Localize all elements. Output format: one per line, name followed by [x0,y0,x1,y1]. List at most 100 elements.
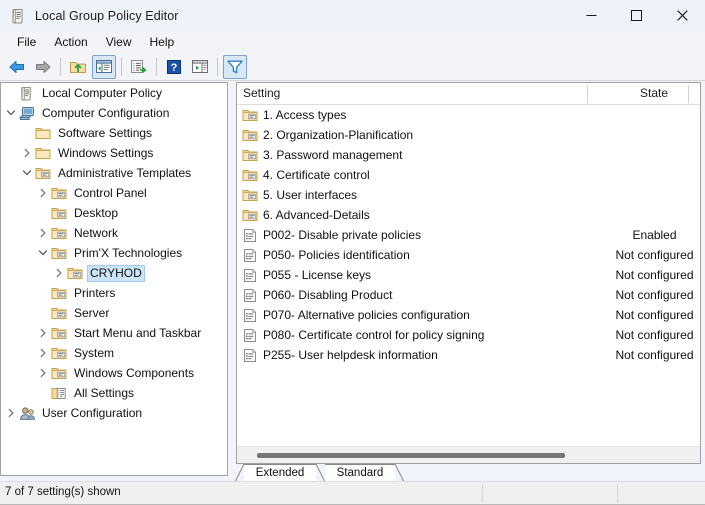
chevron-right-icon[interactable] [35,323,50,343]
up-folder-icon[interactable] [66,55,90,79]
tab-standard[interactable]: Standard [325,464,395,481]
tab-extended[interactable]: Extended [244,464,316,481]
tab-extended-label: Extended [256,467,305,479]
policy-setting-icon [241,347,258,364]
tree-item-windows-components[interactable]: Windows Components [1,363,227,383]
chevron-down-icon[interactable] [19,163,34,183]
tree-item-label: Printers [71,285,118,302]
setting-name: P002- Disable private policies [263,228,421,242]
setting-name: 6. Advanced-Details [263,208,370,222]
table-row[interactable]: 4. Certificate control [237,165,700,185]
tree-item-printers[interactable]: Printers [1,283,227,303]
console-tree-pane[interactable]: Local Computer Policy Computer Configurat… [0,82,228,476]
table-row[interactable]: P050- Policies identificationNot configu… [237,245,700,265]
list-column-headers: Setting State [237,83,700,105]
chevron-right-icon[interactable] [35,343,50,363]
tab-standard-label: Standard [337,467,384,479]
console-tree: Local Computer Policy Computer Configurat… [1,83,227,423]
tree-item-cryhod[interactable]: CRYHOD [1,263,227,283]
table-row[interactable]: P080- Certificate control for policy sig… [237,325,700,345]
chevron-right-icon[interactable] [35,363,50,383]
menu-view[interactable]: View [97,33,141,51]
column-header-state[interactable]: State [609,86,699,100]
table-row[interactable]: 3. Password management [237,145,700,165]
table-row[interactable]: 2. Organization-Planification [237,125,700,145]
chevron-right-icon[interactable] [51,263,66,283]
setting-name: P070- Alternative policies configuration [263,308,470,322]
setting-name: 4. Certificate control [263,168,370,182]
show-hide-tree-icon[interactable] [92,55,116,79]
tree-item-label: Local Computer Policy [39,85,165,102]
table-row[interactable]: P070- Alternative policies configuration… [237,305,700,325]
tree-item-user-configuration[interactable]: User Configuration [1,403,227,423]
help-question-icon[interactable]: ? [162,55,186,79]
setting-name: P080- Certificate control for policy sig… [263,328,484,342]
tree-item-all-settings[interactable]: All Settings [1,383,227,403]
table-row[interactable]: P002- Disable private policiesEnabled [237,225,700,245]
tree-item-label: User Configuration [39,405,145,422]
policy-folder-icon [241,147,258,164]
policy-folder-icon [241,127,258,144]
chevron-down-icon[interactable] [3,103,18,123]
policy-folder-icon [50,345,67,362]
tree-item-system[interactable]: System [1,343,227,363]
setting-name: P050- Policies identification [263,248,410,262]
policy-folder-icon [50,285,67,302]
table-row[interactable]: 1. Access types [237,105,700,125]
chevron-right-icon[interactable] [35,223,50,243]
policy-folder-icon [50,305,67,322]
policy-folder-icon [241,167,258,184]
tree-item-network[interactable]: Network [1,223,227,243]
setting-name: P255- User helpdesk information [263,348,438,362]
tree-item-control-panel[interactable]: Control Panel [1,183,227,203]
tree-item-local-computer-policy[interactable]: Local Computer Policy [1,83,227,103]
tree-item-start-menu-and-taskbar[interactable]: Start Menu and Taskbar [1,323,227,343]
tree-item-desktop[interactable]: Desktop [1,203,227,223]
setting-state: Not configured [592,328,701,342]
tree-item-prim-x-technologies[interactable]: Prim'X Technologies [1,243,227,263]
tree-item-software-settings[interactable]: Software Settings [1,123,227,143]
table-row[interactable]: 6. Advanced-Details [237,205,700,225]
policy-setting-icon [241,287,258,304]
menu-help[interactable]: Help [141,33,184,51]
scrollbar-thumb[interactable] [257,453,565,458]
setting-name: P055 - License keys [263,268,371,282]
table-row[interactable]: 5. User interfaces [237,185,700,205]
toolbar: ? [0,53,705,81]
tree-item-windows-settings[interactable]: Windows Settings [1,143,227,163]
horizontal-scrollbar[interactable] [237,446,700,463]
tree-item-label: Computer Configuration [39,105,172,122]
table-row[interactable]: P060- Disabling ProductNot configured [237,285,700,305]
chevron-right-icon[interactable] [19,143,34,163]
back-arrow-icon[interactable] [5,55,29,79]
export-list-icon[interactable] [127,55,151,79]
chevron-down-icon[interactable] [35,243,50,263]
table-row[interactable]: P255- User helpdesk informationNot confi… [237,345,700,365]
menu-action[interactable]: Action [45,33,96,51]
tree-item-server[interactable]: Server [1,303,227,323]
chevron-right-icon[interactable] [35,183,50,203]
policy-folder-icon [50,245,67,262]
tree-item-computer-configuration[interactable]: Computer Configuration [1,103,227,123]
column-divider[interactable] [587,85,588,103]
status-bar: 7 of 7 setting(s) shown [0,481,705,504]
pane-splitter[interactable] [228,82,236,476]
settings-list-pane[interactable]: Setting State 1. Access types2. Organiza… [236,82,701,464]
properties-pane-icon[interactable] [188,55,212,79]
tree-item-label: CRYHOD [87,265,145,282]
chevron-right-icon[interactable] [3,403,18,423]
tree-item-administrative-templates[interactable]: Administrative Templates [1,163,227,183]
menu-file[interactable]: File [8,33,45,51]
maximize-button[interactable] [614,0,659,31]
status-divider [617,484,618,503]
close-button[interactable] [659,0,705,31]
column-header-setting[interactable]: Setting [243,86,280,100]
forward-arrow-icon[interactable] [31,55,55,79]
policy-folder-icon [50,325,67,342]
column-divider[interactable] [688,85,689,103]
svg-text:?: ? [171,62,178,74]
minimize-button[interactable] [569,0,614,31]
table-row[interactable]: P055 - License keysNot configured [237,265,700,285]
filter-funnel-icon[interactable] [223,55,247,79]
computer-icon [18,105,35,122]
